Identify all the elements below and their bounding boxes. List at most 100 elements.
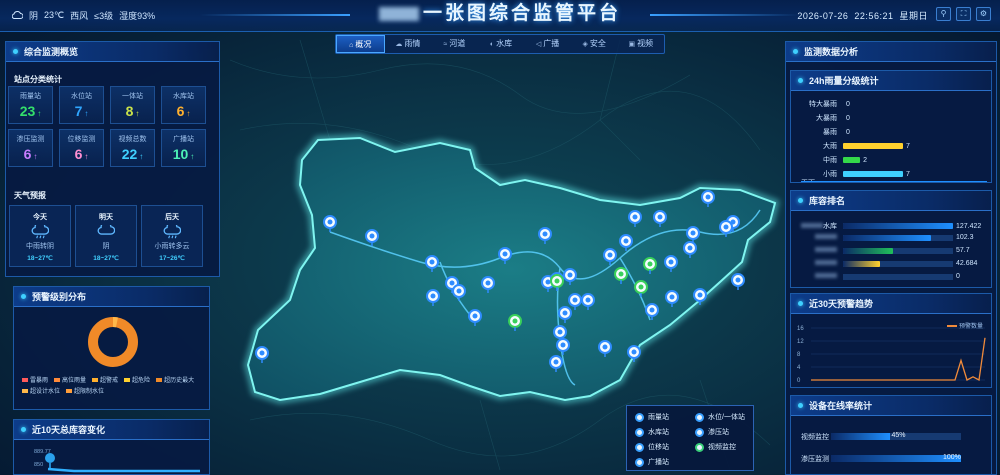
link-button[interactable]: ⚲ (936, 7, 951, 21)
station-marker[interactable] (323, 215, 337, 233)
region-area[interactable] (246, 136, 777, 402)
station-pin-icon (635, 427, 644, 437)
station-marker[interactable] (508, 314, 522, 332)
station-marker[interactable] (645, 303, 659, 321)
station-marker[interactable] (603, 248, 617, 266)
reservoir-rank-row[interactable]: 0 (801, 273, 960, 280)
station-marker[interactable] (481, 276, 495, 294)
forecast-desc: 阴 (102, 243, 110, 250)
reservoir-bar-track (843, 234, 953, 241)
station-marker[interactable] (619, 234, 633, 252)
station-marker[interactable] (556, 338, 570, 356)
station-marker[interactable] (255, 346, 269, 364)
tab-5[interactable]: ◈ 安全 (571, 35, 618, 53)
station-stat-label: 水库站 (173, 93, 194, 100)
station-stat-value: 7 (74, 103, 83, 119)
map-legend-item[interactable]: 水位/一体站 (695, 412, 745, 422)
tab-label: 雨情 (404, 39, 421, 48)
station-marker[interactable] (614, 267, 628, 285)
warning-legend-item[interactable]: 超设计水位 (22, 386, 60, 395)
station-marker[interactable] (686, 226, 700, 244)
station-stat-card[interactable]: 雨量站 23 ↑ (8, 86, 53, 124)
map-legend-label: 广播站 (648, 459, 669, 466)
warning-donut-chart[interactable] (86, 315, 140, 369)
station-marker[interactable] (719, 220, 733, 238)
station-marker[interactable] (563, 268, 577, 286)
station-marker[interactable] (653, 210, 667, 228)
warning-trend-chart[interactable]: 16 12 8 4 0 (795, 324, 989, 386)
reservoir-rank-row[interactable]: 57.7 (801, 247, 970, 254)
settings-button[interactable]: ⚙ (976, 7, 991, 21)
trend-series-line[interactable] (811, 337, 986, 382)
station-marker[interactable] (627, 345, 641, 363)
warning-legend-item[interactable]: 超限制水位 (66, 386, 104, 395)
map-legend-item[interactable]: 渗压站 (695, 427, 729, 437)
tab-0[interactable]: ⌂ 概况 (336, 35, 385, 53)
station-marker[interactable] (643, 257, 657, 275)
rain-stat-row[interactable]: 小雨 7 (801, 169, 910, 179)
header-datetime: 2026-07-26 22:56:21 星期日 (797, 9, 928, 22)
station-stat-card[interactable]: 水位站 7 ↑ (59, 86, 104, 124)
fullscreen-button[interactable]: ⛶ (956, 7, 971, 21)
station-marker[interactable] (731, 273, 745, 291)
map-legend-item[interactable]: 位移站 (635, 442, 669, 452)
warning-legend-item[interactable]: 高位雨量 (54, 375, 86, 384)
reservoir-rank-row[interactable]: 102.3 (801, 234, 974, 241)
station-marker[interactable] (664, 255, 678, 273)
station-marker[interactable] (549, 355, 563, 373)
station-marker[interactable] (365, 229, 379, 247)
station-marker[interactable] (498, 247, 512, 265)
reservoir-name-text: 水库 (823, 223, 837, 230)
station-marker[interactable] (598, 340, 612, 358)
station-marker[interactable] (701, 190, 715, 208)
rain-stat-row[interactable]: 大雨 7 (801, 141, 910, 151)
reservoir-rank-row[interactable]: 水库 127.422 (801, 221, 981, 231)
rain-stat-row[interactable]: 特大暴雨 0 (801, 99, 850, 109)
station-marker[interactable] (693, 288, 707, 306)
tab-6[interactable]: ▣ 视频 (617, 35, 664, 53)
tab-1[interactable]: ☁ 雨情 (385, 35, 432, 53)
station-marker[interactable] (550, 274, 564, 292)
station-stat-card[interactable]: 渗压监测 6 ↑ (8, 129, 53, 167)
capacity-line-chart[interactable] (44, 449, 204, 475)
station-marker[interactable] (665, 290, 679, 308)
rain-stat-row[interactable]: 暴雨 0 (801, 127, 850, 137)
warning-legend-item[interactable]: 超危险 (124, 375, 150, 384)
trend-ytick: 0 (797, 378, 801, 384)
station-marker[interactable] (452, 284, 466, 302)
map-legend-item[interactable]: 视频监控 (695, 442, 736, 452)
station-stat-card[interactable]: 位移监测 6 ↑ (59, 129, 104, 167)
reservoir-rank-row[interactable]: 42.684 (801, 260, 977, 267)
station-pin-icon (695, 427, 704, 437)
rain-cloud-icon (142, 221, 202, 239)
station-marker[interactable] (425, 255, 439, 273)
station-marker[interactable] (538, 227, 552, 245)
station-marker[interactable] (581, 293, 595, 311)
station-marker[interactable] (628, 210, 642, 228)
station-marker[interactable] (468, 309, 482, 327)
tab-2[interactable]: ≈ 河道 (431, 35, 478, 53)
station-stat-card[interactable]: 一体站 8 ↑ (110, 86, 155, 124)
warning-legend-item[interactable]: 超警戒 (92, 375, 118, 384)
forecast-desc: 中雨转阴 (26, 243, 54, 250)
station-marker[interactable] (426, 289, 440, 307)
title-deco-right (650, 14, 800, 16)
tab-3[interactable]: ◐ 水库 (478, 35, 525, 53)
station-stat-card[interactable]: 水库站 6 ↑ (161, 86, 206, 124)
warning-legend-item[interactable]: 雷暴雨 (22, 375, 48, 384)
station-stat-card[interactable]: 广播站 10 ↑ (161, 129, 206, 167)
station-marker[interactable] (634, 280, 648, 298)
station-stat-card[interactable]: 视频总数 22 ↑ (110, 129, 155, 167)
warning-legend-item[interactable]: 超历史最大 (156, 375, 194, 384)
map-legend-item[interactable]: 水库站 (635, 427, 669, 437)
rain-level-bar (843, 171, 903, 177)
rain-stat-row[interactable]: 大暴雨 0 (801, 113, 850, 123)
rain-level-value: 2 (863, 156, 868, 164)
rain-stat-row[interactable]: 中雨 2 (801, 155, 867, 165)
station-marker[interactable] (558, 306, 572, 324)
rain-scrollbar[interactable] (801, 181, 987, 182)
station-stat-value: 23 (19, 103, 36, 119)
map-legend-item[interactable]: 广播站 (635, 457, 669, 467)
tab-4[interactable]: ◁ 广播 (524, 35, 571, 53)
map-legend-item[interactable]: 雨量站 (635, 412, 669, 422)
